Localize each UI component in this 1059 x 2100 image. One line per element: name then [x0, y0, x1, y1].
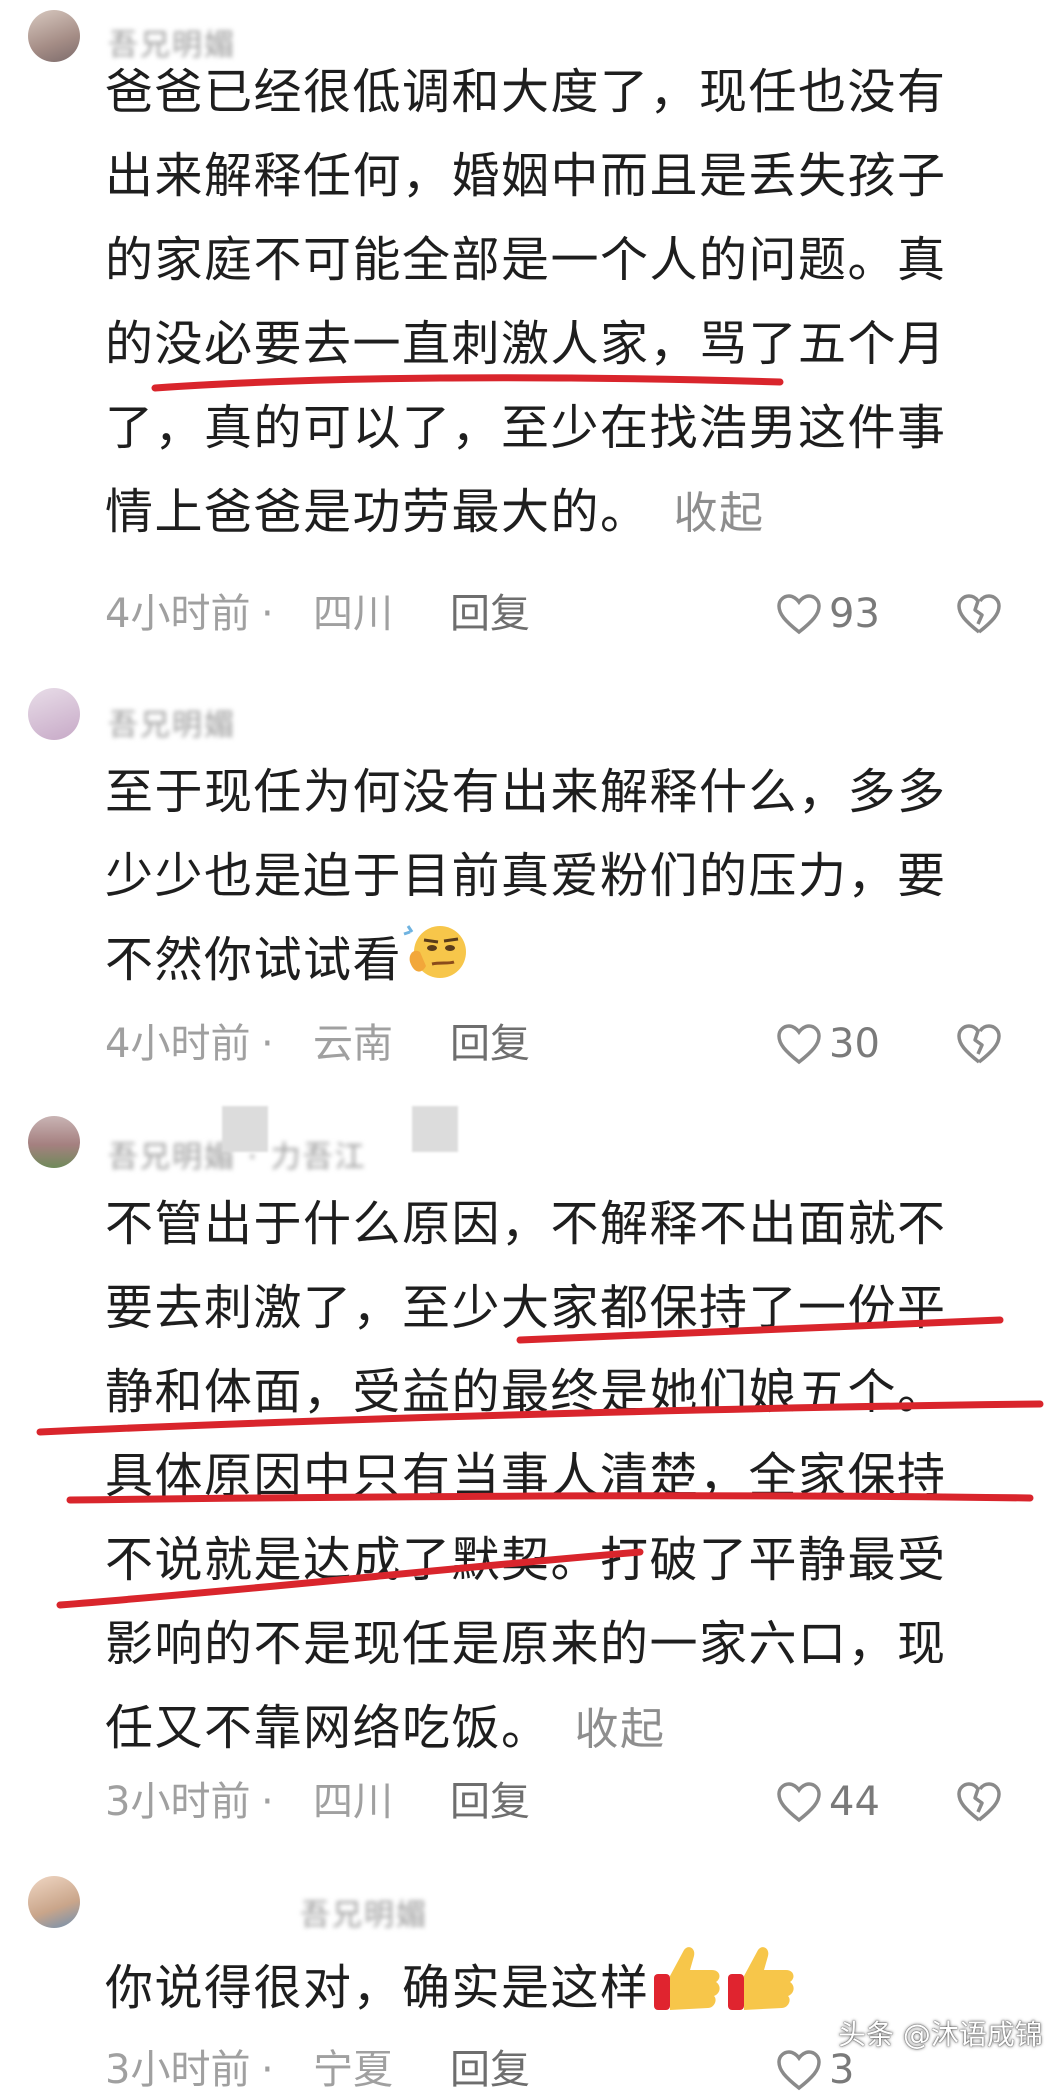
like-count: 93: [829, 591, 880, 637]
reply-button[interactable]: 回复: [450, 1014, 530, 1074]
collapse-button[interactable]: 收起: [674, 488, 765, 539]
avatar[interactable]: [28, 1116, 80, 1168]
broken-heart-icon[interactable]: [955, 590, 1003, 638]
timestamp: 3小时前: [105, 1779, 251, 1825]
heart-icon: [777, 1782, 821, 1823]
blurred-badge: [222, 1106, 268, 1152]
separator-dot: ·: [261, 2047, 274, 2093]
like-button[interactable]: 44: [775, 1772, 880, 1832]
timestamp: 4小时前: [105, 1021, 251, 1067]
comment-body: 至于现任为何没有出来解释什么，多多少少也是迫于目前真爱粉们的压力，要不然你试试看: [105, 764, 947, 988]
blurred-badge: [412, 1106, 458, 1152]
like-button[interactable]: 30: [775, 1014, 880, 1074]
comment-meta: 4小时前 · 四川 回复 93: [105, 584, 1019, 644]
reply-button[interactable]: 回复: [450, 2040, 530, 2100]
comment-text: 至于现任为何没有出来解释什么，多多少少也是迫于目前真爱粉们的压力，要不然你试试看: [105, 750, 985, 1008]
separator-dot: ·: [261, 1021, 274, 1067]
reply-button[interactable]: 回复: [450, 584, 530, 644]
like-count: 30: [829, 1021, 880, 1067]
separator-dot: ·: [261, 591, 274, 637]
watermark: 头条 @沐语成锦: [838, 2018, 1043, 2051]
thinking-face-emoji: [402, 918, 474, 1008]
like-count: 44: [829, 1779, 880, 1825]
avatar[interactable]: [28, 688, 80, 740]
heart-icon: [777, 594, 821, 635]
timestamp: 3小时前: [105, 2047, 251, 2093]
location: 宁夏: [313, 2047, 393, 2093]
heart-icon: [777, 2050, 821, 2091]
broken-heart-icon[interactable]: [955, 1020, 1003, 1068]
broken-heart-icon[interactable]: [955, 1778, 1003, 1826]
avatar[interactable]: [28, 1876, 80, 1928]
comment-body: 不管出于什么原因，不解释不出面就不要去刺激了，至少大家都保持了一份平静和体面，受…: [105, 1196, 947, 1756]
like-button[interactable]: 93: [775, 584, 880, 644]
location: 四川: [313, 591, 393, 637]
heart-icon: [777, 1024, 821, 1065]
comment-text: 爸爸已经很低调和大度了，现任也没有出来解释任何，婚姻中而且是丢失孩子的家庭不可能…: [105, 50, 985, 556]
comment-body: 你说得很对，确实是这样: [105, 1960, 650, 2016]
location: 四川: [313, 1779, 393, 1825]
username[interactable]: 吾兄明媚: [300, 1890, 428, 1934]
thumbs-up-emoji: [650, 1940, 800, 2042]
username[interactable]: 吾兄明媚: [108, 700, 236, 744]
comment-meta: 3小时前 · 四川 回复 44: [105, 1772, 1019, 1832]
separator-dot: ·: [261, 1779, 274, 1825]
comment-body: 爸爸已经很低调和大度了，现任也没有出来解释任何，婚姻中而且是丢失孩子的家庭不可能…: [105, 64, 947, 540]
avatar[interactable]: [28, 10, 80, 62]
comment-meta: 4小时前 · 云南 回复 30: [105, 1014, 1019, 1074]
collapse-button[interactable]: 收起: [575, 1704, 666, 1755]
location: 云南: [313, 1021, 393, 1067]
reply-button[interactable]: 回复: [450, 1772, 530, 1832]
timestamp: 4小时前: [105, 591, 251, 637]
comment-text: 不管出于什么原因，不解释不出面就不要去刺激了，至少大家都保持了一份平静和体面，受…: [105, 1182, 985, 1772]
